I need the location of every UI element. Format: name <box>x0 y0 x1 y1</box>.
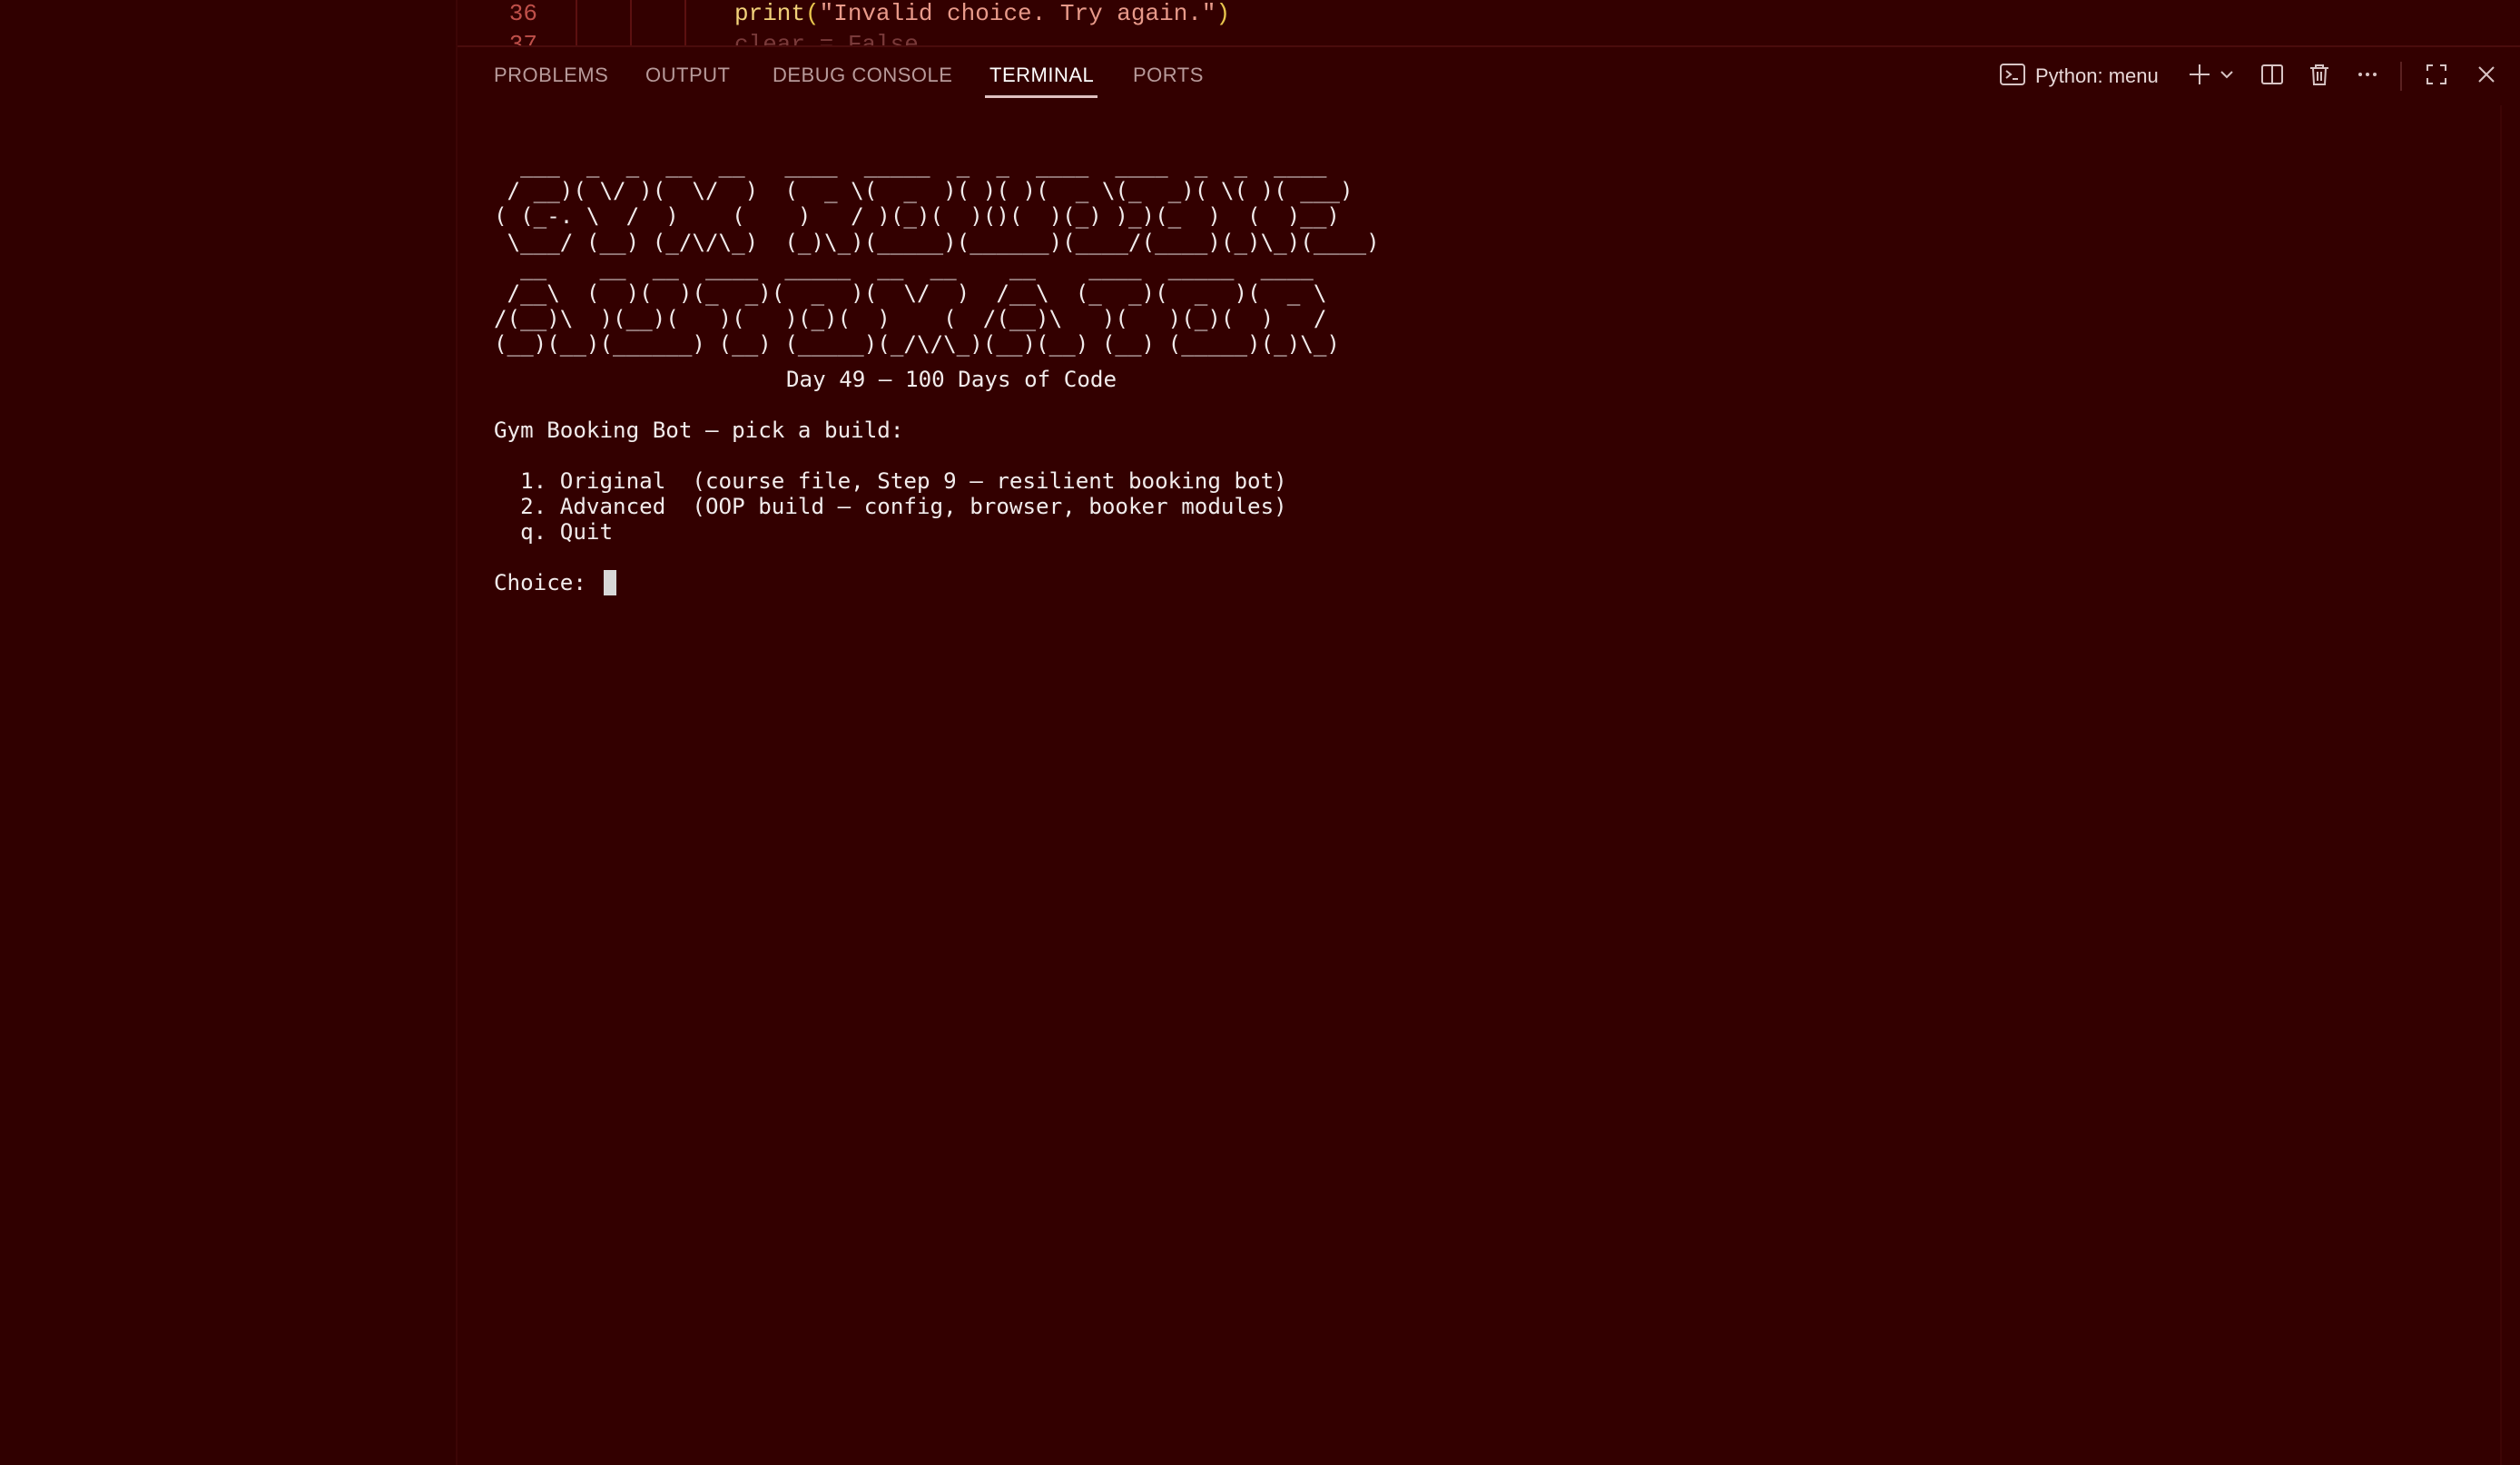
terminal-selector[interactable]: Python: menu <box>1999 62 2159 91</box>
plus-icon <box>2187 62 2212 92</box>
indent-guide <box>630 0 632 45</box>
chevron-down-icon <box>2219 66 2235 87</box>
maximize-icon <box>2424 62 2449 92</box>
code-string: "Invalid choice. Try again." <box>819 0 1216 27</box>
kill-terminal-button[interactable] <box>2305 62 2334 91</box>
code-editor[interactable]: 36 37 print("Invalid choice. Try again."… <box>458 0 2520 47</box>
close-icon <box>2474 62 2499 92</box>
line-number: 36 <box>508 0 537 27</box>
code-function: print <box>734 0 806 27</box>
tab-debug-console[interactable]: DEBUG CONSOLE <box>773 64 952 87</box>
sidebar <box>0 0 456 1465</box>
code-line: print("Invalid choice. Try again.") <box>734 0 1230 27</box>
ascii-banner: ___ _ _ __ __ ____ _____ _ _ ____ ____ _… <box>494 152 1380 358</box>
indent-guide <box>684 0 686 45</box>
menu-option: 1. Original (course file, Step 9 — resil… <box>494 468 1287 494</box>
launch-profile-button[interactable] <box>2217 62 2237 91</box>
text-cursor <box>603 570 616 595</box>
active-tab-indicator <box>985 95 1098 98</box>
terminal-icon <box>1999 62 2026 92</box>
toolbar-separator <box>2400 62 2402 91</box>
trash-icon <box>2307 62 2332 92</box>
more-actions-button[interactable] <box>2353 62 2382 91</box>
panel-tab-bar: PROBLEMS OUTPUT DEBUG CONSOLE TERMINAL P… <box>458 47 2520 105</box>
terminal-subtitle: Day 49 — 100 Days of Code <box>786 367 1117 392</box>
code-paren: ) <box>1216 0 1231 27</box>
tab-problems[interactable]: PROBLEMS <box>494 64 608 87</box>
tab-terminal[interactable]: TERMINAL <box>989 64 1094 87</box>
indent-guide <box>576 0 577 45</box>
input-label: Choice: <box>494 570 600 595</box>
input-prompt[interactable]: Choice: <box>494 570 616 595</box>
menu-option: q. Quit <box>494 519 614 545</box>
split-icon <box>2259 62 2285 92</box>
tab-output[interactable]: OUTPUT <box>645 64 730 87</box>
new-terminal-button[interactable] <box>2186 62 2213 91</box>
line-number: 37 <box>508 31 537 47</box>
menu-option: 2. Advanced (OOP build — config, browser… <box>494 494 1287 519</box>
split-terminal-button[interactable] <box>2258 62 2287 91</box>
menu-title: Gym Booking Bot — pick a build: <box>494 418 904 443</box>
vscode-window: 36 37 print("Invalid choice. Try again."… <box>0 0 2520 1465</box>
code-line: clear = False <box>734 31 919 47</box>
ellipsis-icon <box>2355 62 2380 92</box>
terminal-scrollbar[interactable] <box>2500 105 2520 1465</box>
maximize-panel-button[interactable] <box>2422 62 2451 91</box>
terminal-name: Python: menu <box>2035 64 2159 87</box>
close-panel-button[interactable] <box>2472 62 2501 91</box>
tab-ports[interactable]: PORTS <box>1133 64 1204 87</box>
code-paren: ( <box>805 0 820 27</box>
terminal-output[interactable]: ___ _ _ __ __ ____ _____ _ _ ____ ____ _… <box>458 105 2500 1465</box>
